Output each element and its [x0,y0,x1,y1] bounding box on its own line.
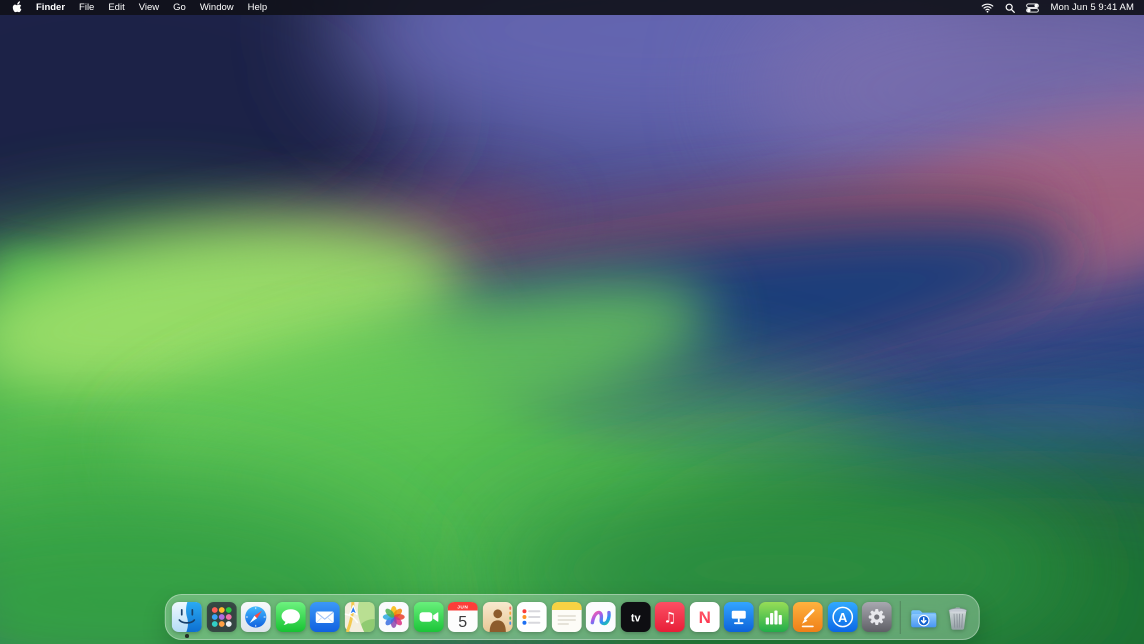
trash-icon [942,602,972,632]
dock-item-notes[interactable] [551,602,581,632]
facetime-icon [413,602,443,632]
menu-view[interactable]: View [132,0,166,15]
menu-bar: FinderFileEditViewGoWindowHelp Mon Jun 5… [0,0,1144,15]
wallpaper [0,0,1144,644]
app-store-icon: A [827,602,857,632]
system-settings-icon [862,602,892,632]
svg-text:JUN: JUN [457,604,468,610]
tv-icon: tv [620,602,650,632]
dock-item-downloads[interactable] [908,602,938,632]
menu-file[interactable]: File [72,0,101,15]
svg-text:N: N [698,608,710,627]
menu-finder[interactable]: Finder [29,0,72,15]
menu-bar-status: Mon Jun 5 9:41 AM [981,2,1134,13]
control-center-icon [1026,3,1039,13]
freeform-icon [586,602,616,632]
menu-bar-clock[interactable]: Mon Jun 5 9:41 AM [1050,2,1134,13]
dock-item-reminders[interactable] [517,602,547,632]
contacts-icon [482,602,512,632]
maps-icon [344,602,374,632]
keynote-icon [724,602,754,632]
apple-logo-icon [12,1,23,14]
photos-icon [379,602,409,632]
dock-item-app-store[interactable]: A [827,602,857,632]
dock: JUN 5 tv ♫ N A [165,594,980,640]
reminders-icon [517,602,547,632]
svg-text:tv: tv [630,612,641,624]
wifi-icon [981,3,994,13]
calendar-icon: JUN 5 [448,602,478,632]
dock-item-freeform[interactable] [586,602,616,632]
running-indicator [185,634,189,638]
control-center-button[interactable] [1026,3,1039,13]
notes-icon [551,602,581,632]
finder-icon [172,602,202,632]
dock-item-messages[interactable] [275,602,305,632]
dock-item-launchpad[interactable] [206,602,236,632]
menu-go[interactable]: Go [166,0,193,15]
music-icon: ♫ [655,602,685,632]
spotlight-icon [1005,3,1015,13]
menu-window[interactable]: Window [193,0,241,15]
dock-item-facetime[interactable] [413,602,443,632]
dock-item-news[interactable]: N [689,602,719,632]
dock-item-maps[interactable] [344,602,374,632]
wifi-button[interactable] [981,3,994,13]
app-menus: FinderFileEditViewGoWindowHelp [10,0,274,15]
apple-menu[interactable] [10,1,29,14]
dock-item-pages[interactable] [793,602,823,632]
safari-icon [241,602,271,632]
numbers-icon [758,602,788,632]
dock-item-contacts[interactable] [482,602,512,632]
dock-item-trash[interactable] [942,602,972,632]
messages-icon [275,602,305,632]
svg-text:♫: ♫ [663,610,676,626]
news-icon: N [689,602,719,632]
dock-item-photos[interactable] [379,602,409,632]
menu-edit[interactable]: Edit [101,0,131,15]
svg-text:5: 5 [458,614,467,631]
dock-item-mail[interactable] [310,602,340,632]
dock-item-finder[interactable] [172,602,202,632]
dock-item-keynote[interactable] [724,602,754,632]
dock-item-safari[interactable] [241,602,271,632]
dock-item-music[interactable]: ♫ [655,602,685,632]
desktop: FinderFileEditViewGoWindowHelp Mon Jun 5… [0,0,1144,644]
svg-text:A: A [838,610,848,625]
mail-icon [310,602,340,632]
menu-help[interactable]: Help [241,0,275,15]
dock-item-tv[interactable]: tv [620,602,650,632]
spotlight-button[interactable] [1005,3,1015,13]
pages-icon [793,602,823,632]
dock-item-numbers[interactable] [758,602,788,632]
status-icons [981,3,1039,13]
launchpad-icon [206,602,236,632]
dock-item-calendar[interactable]: JUN 5 [448,602,478,632]
downloads-icon [908,602,938,632]
dock-item-system-settings[interactable] [862,602,892,632]
dock-separator [899,601,900,634]
